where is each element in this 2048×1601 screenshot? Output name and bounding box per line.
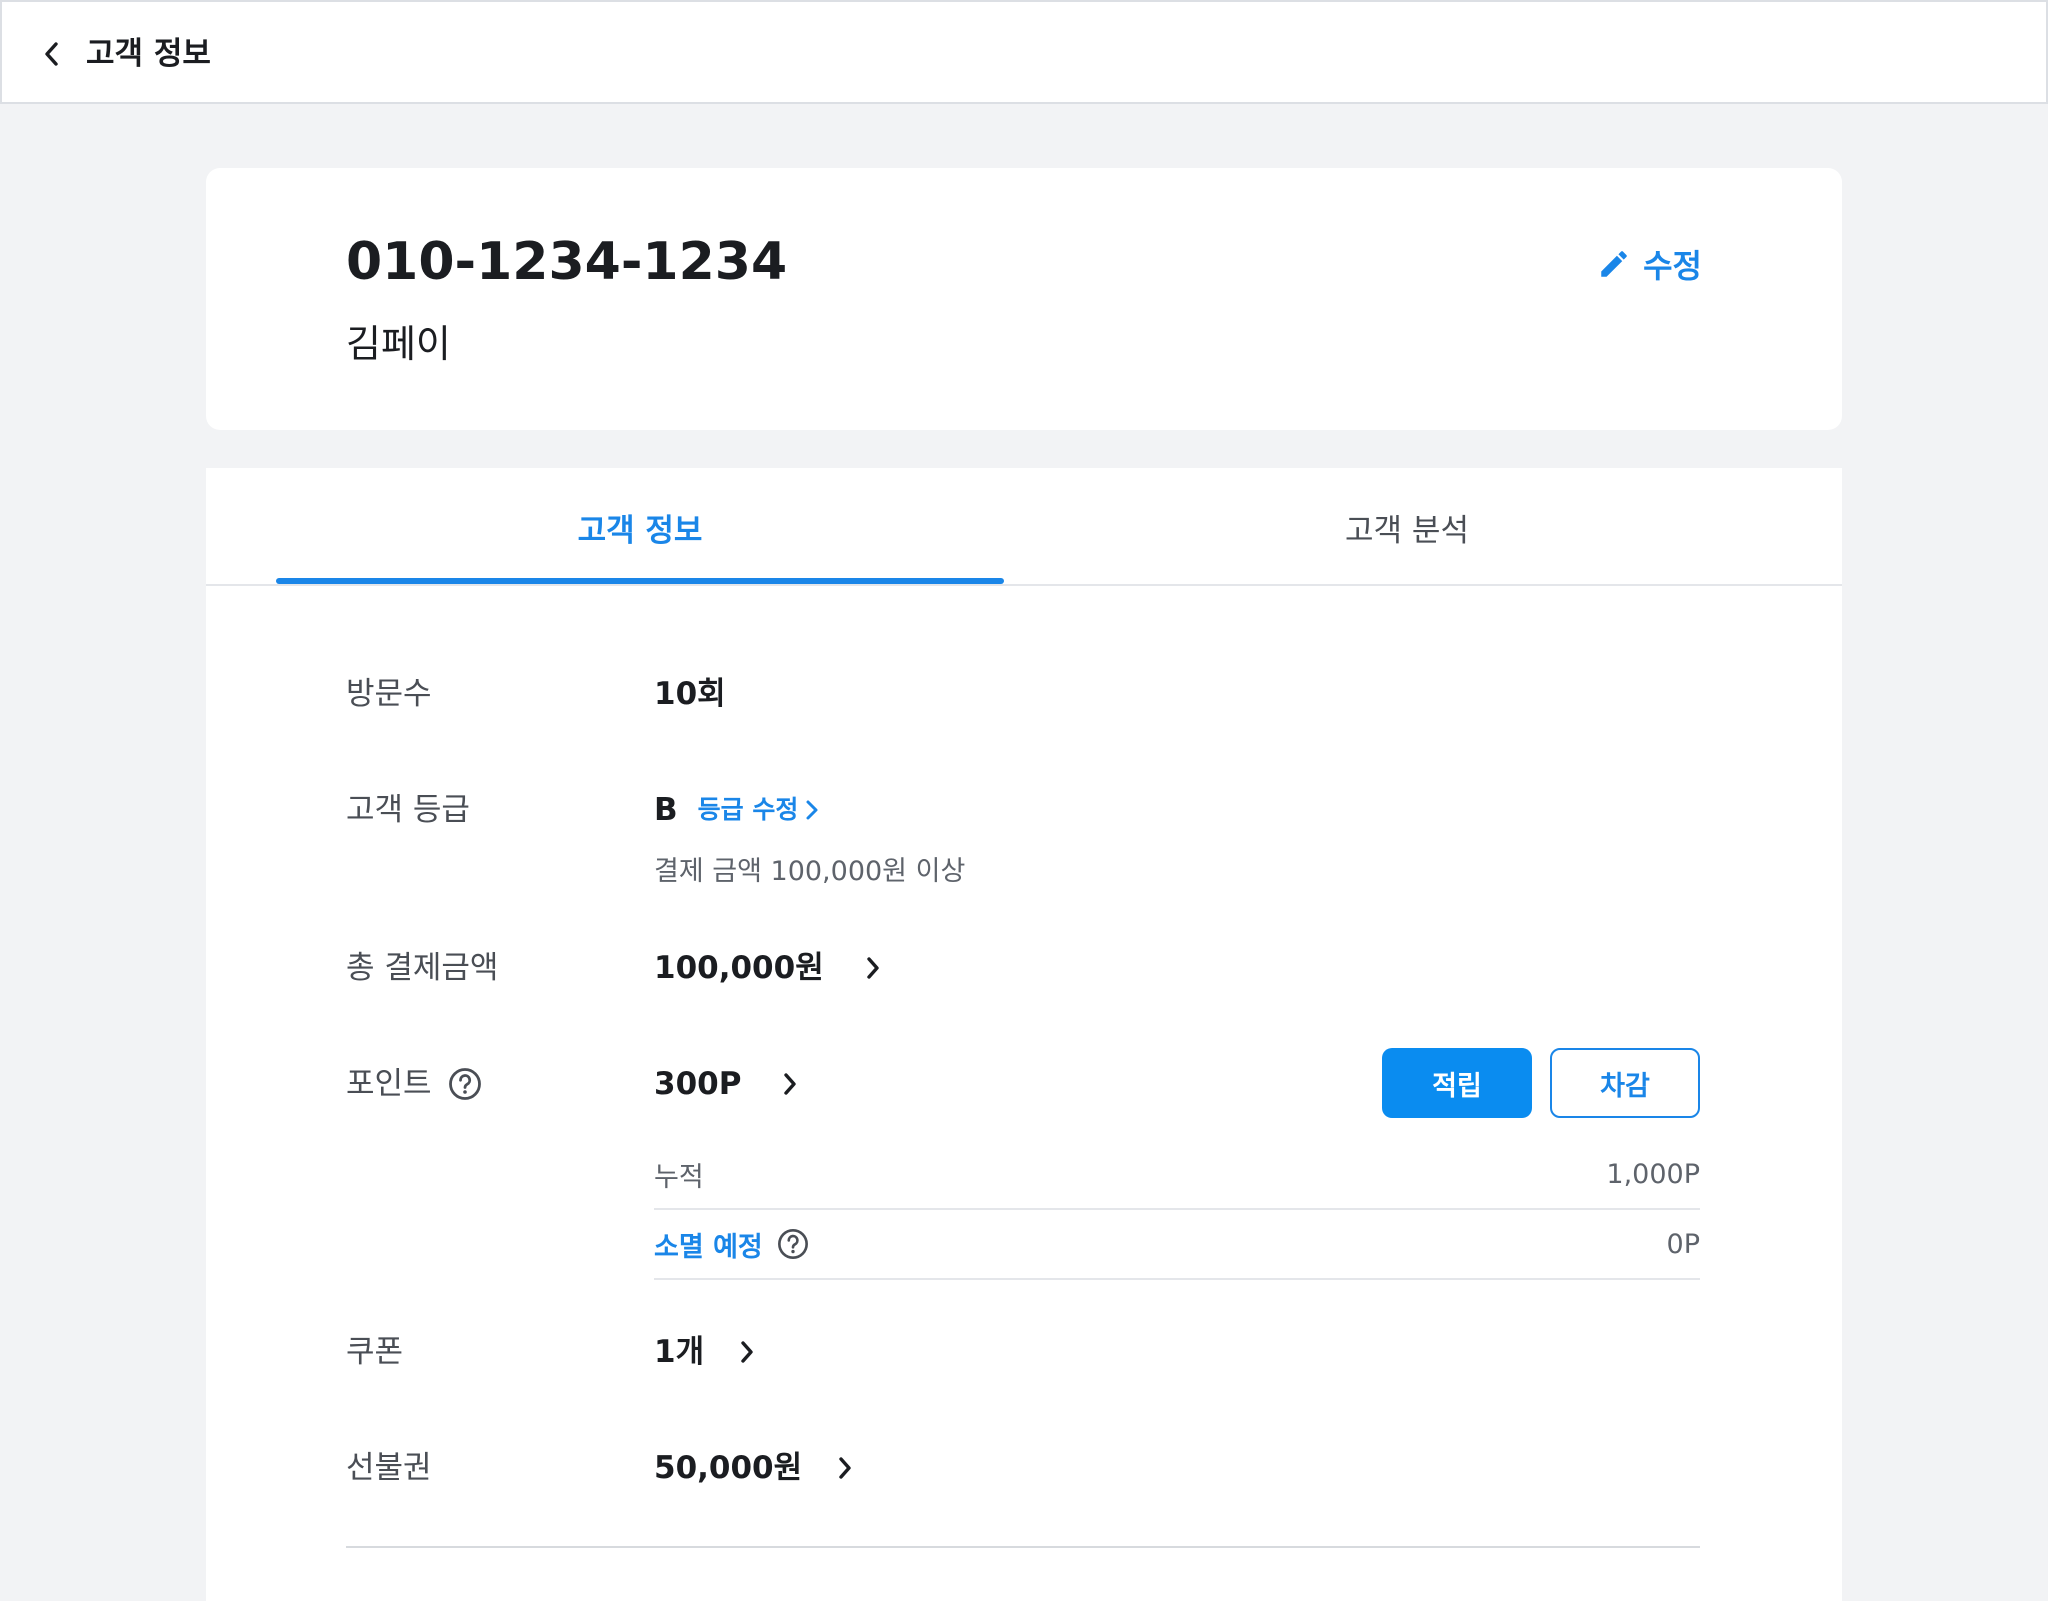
- customer-phone: 010-1234-1234: [346, 232, 788, 292]
- points-label-row: 포인트: [346, 1062, 482, 1106]
- pencil-icon: [1601, 251, 1627, 277]
- points-label: 포인트: [346, 1066, 432, 1102]
- tab-customer-analysis[interactable]: 고객 분석: [1042, 468, 1772, 586]
- chevron-right-icon: [741, 1341, 753, 1363]
- coupons-value: 1개: [654, 1334, 705, 1370]
- question-circle-icon[interactable]: [448, 1067, 482, 1101]
- active-tab-indicator: [276, 578, 1004, 584]
- chevron-right-icon: [806, 800, 818, 820]
- expiring-value: 0P: [1666, 1228, 1700, 1260]
- chevron-right-icon: [839, 1457, 851, 1479]
- total-payment-label: 총 결제금액: [346, 950, 499, 986]
- grade-value: B: [654, 792, 678, 828]
- total-payment-value: 100,000원: [654, 950, 824, 986]
- back-button[interactable]: [32, 32, 72, 76]
- prepaid-label: 선불권: [346, 1450, 432, 1486]
- tab-bar: 고객 정보 고객 분석: [206, 468, 1842, 586]
- points-value: 300P: [654, 1066, 742, 1102]
- edit-customer-button[interactable]: 수정: [1597, 240, 1702, 288]
- deduct-points-button[interactable]: 차감: [1550, 1048, 1700, 1118]
- edit-label: 수정: [1643, 247, 1702, 285]
- prepaid-value: 50,000원: [654, 1450, 803, 1486]
- accumulated-value: 1,000P: [1606, 1158, 1700, 1190]
- coupons-row[interactable]: 1개: [654, 1330, 756, 1374]
- accumulated-points-row: 누적 1,000P: [654, 1140, 1700, 1210]
- points-row[interactable]: 300P: [654, 1062, 799, 1106]
- prepaid-row[interactable]: 50,000원: [654, 1446, 854, 1490]
- expiring-label: 소멸 예정: [654, 1231, 763, 1263]
- chevron-right-icon: [784, 1073, 797, 1095]
- question-circle-icon[interactable]: [777, 1228, 809, 1260]
- expiring-points-row: 소멸 예정 0P: [654, 1210, 1700, 1280]
- chevron-left-icon: [45, 42, 58, 66]
- chevron-right-icon: [867, 957, 879, 979]
- accumulated-label: 누적: [654, 1161, 704, 1193]
- grade-row: B 등급 수정: [654, 788, 820, 832]
- visits-value: 10회: [654, 676, 726, 712]
- grade-label: 고객 등급: [346, 792, 470, 828]
- expiring-label-group[interactable]: 소멸 예정: [654, 1225, 809, 1264]
- customer-detail-card: 고객 정보 고객 분석 방문수 10회 고객 등급 B 등급 수정 결제 금액 …: [206, 468, 1842, 1601]
- section-divider: [346, 1546, 1700, 1548]
- grade-edit-label: 등급 수정: [697, 795, 799, 824]
- customer-header-card: 010-1234-1234 김페이 수정: [206, 168, 1842, 430]
- grade-description: 결제 금액 100,000원 이상: [654, 856, 966, 887]
- customer-name: 김페이: [346, 322, 451, 366]
- total-payment-row[interactable]: 100,000원: [654, 946, 882, 990]
- tab-customer-info[interactable]: 고객 정보: [276, 468, 1004, 586]
- earn-points-button[interactable]: 적립: [1382, 1048, 1532, 1118]
- visits-label: 방문수: [346, 676, 432, 712]
- page-title: 고객 정보: [86, 36, 211, 72]
- grade-edit-link[interactable]: 등급 수정: [698, 788, 821, 832]
- top-bar: 고객 정보: [0, 0, 2048, 104]
- coupons-label: 쿠폰: [346, 1334, 404, 1370]
